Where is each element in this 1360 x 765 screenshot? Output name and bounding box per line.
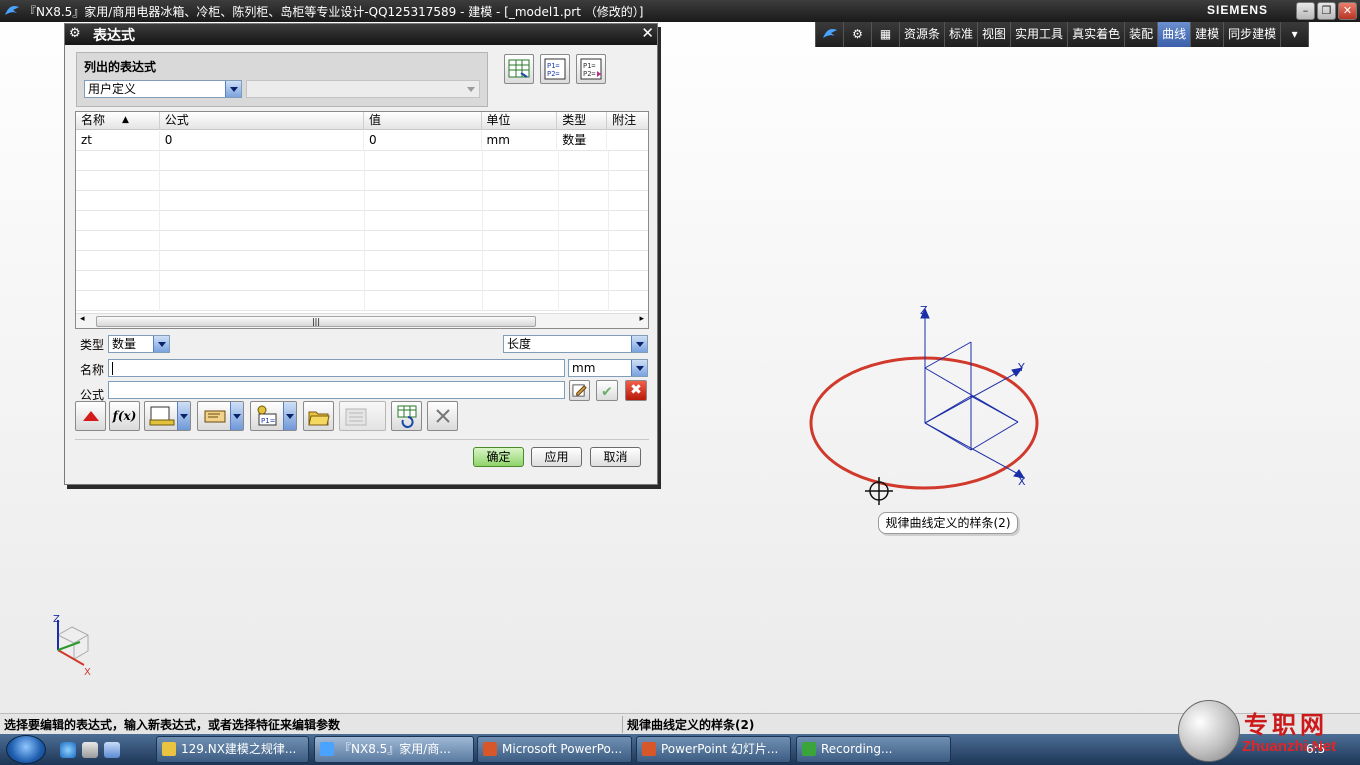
triad-z-label: Z — [53, 614, 60, 625]
wcs-triad — [920, 307, 1026, 479]
taskbar-item-label: 『NX8.5』家用/商... — [339, 742, 451, 756]
watermark-url: Zhuanzhi.Net — [1242, 738, 1337, 755]
status-bar: 选择要编辑的表达式，输入新表达式，或者选择特征来编辑参数 规律曲线定义的样条(2… — [0, 713, 1360, 734]
x-axis-label: X — [1018, 475, 1026, 488]
taskbar-item-label: PowerPoint 幻灯片... — [661, 742, 779, 756]
view-triad-icon — [57, 620, 89, 666]
taskbar-item-recording[interactable]: Recording... — [796, 736, 951, 763]
folder-icon — [162, 742, 176, 756]
triad-x-label: X — [84, 667, 91, 678]
show-desktop-icon[interactable] — [82, 742, 98, 758]
status-selection: 规律曲线定义的样条(2) — [627, 718, 755, 732]
taskbar-item-nx[interactable]: 『NX8.5』家用/商... — [314, 736, 474, 763]
start-button[interactable] — [6, 735, 46, 764]
internet-explorer-icon[interactable] — [60, 742, 76, 758]
status-prompt: 选择要编辑的表达式，输入新表达式，或者选择特征来编辑参数 — [4, 718, 341, 732]
powerpoint-icon — [483, 742, 497, 756]
nx-app-icon — [320, 742, 334, 756]
watermark-text: 专职网 — [1244, 710, 1328, 739]
taskbar-item-label: Microsoft PowerPo... — [502, 742, 623, 756]
plane-edge — [924, 341, 972, 369]
selection-tooltip: 规律曲线定义的样条(2) — [878, 512, 1018, 534]
plane-edge — [924, 395, 972, 424]
z-axis-label: Z — [920, 304, 928, 317]
switch-windows-icon[interactable] — [104, 742, 120, 758]
taskbar-item-folder[interactable]: 129.NX建模之规律... — [156, 736, 309, 763]
recording-icon — [802, 742, 816, 756]
y-axis-label: Y — [1017, 361, 1025, 374]
graphics-viewport[interactable]: Z Y X Z X — [0, 0, 1360, 765]
taskbar-item-label: 129.NX建模之规律... — [181, 742, 297, 756]
taskbar-item-slideshow[interactable]: PowerPoint 幻灯片... — [636, 736, 791, 763]
plane-edge — [924, 422, 972, 451]
plane-edge — [970, 421, 1019, 451]
soccer-ball-icon — [1178, 700, 1240, 762]
law-curve-spline[interactable] — [809, 356, 1039, 490]
slideshow-icon — [642, 742, 656, 756]
taskbar-item-powerpoint[interactable]: Microsoft PowerPo... — [477, 736, 632, 763]
taskbar-item-label: Recording... — [821, 742, 893, 756]
watermark-logo: 专职网 Zhuanzhi.Net — [1178, 700, 1358, 762]
plane-edge — [970, 395, 1019, 423]
status-divider — [622, 716, 623, 733]
windows-taskbar: 129.NX建模之规律... 『NX8.5』家用/商... Microsoft … — [0, 734, 1360, 765]
